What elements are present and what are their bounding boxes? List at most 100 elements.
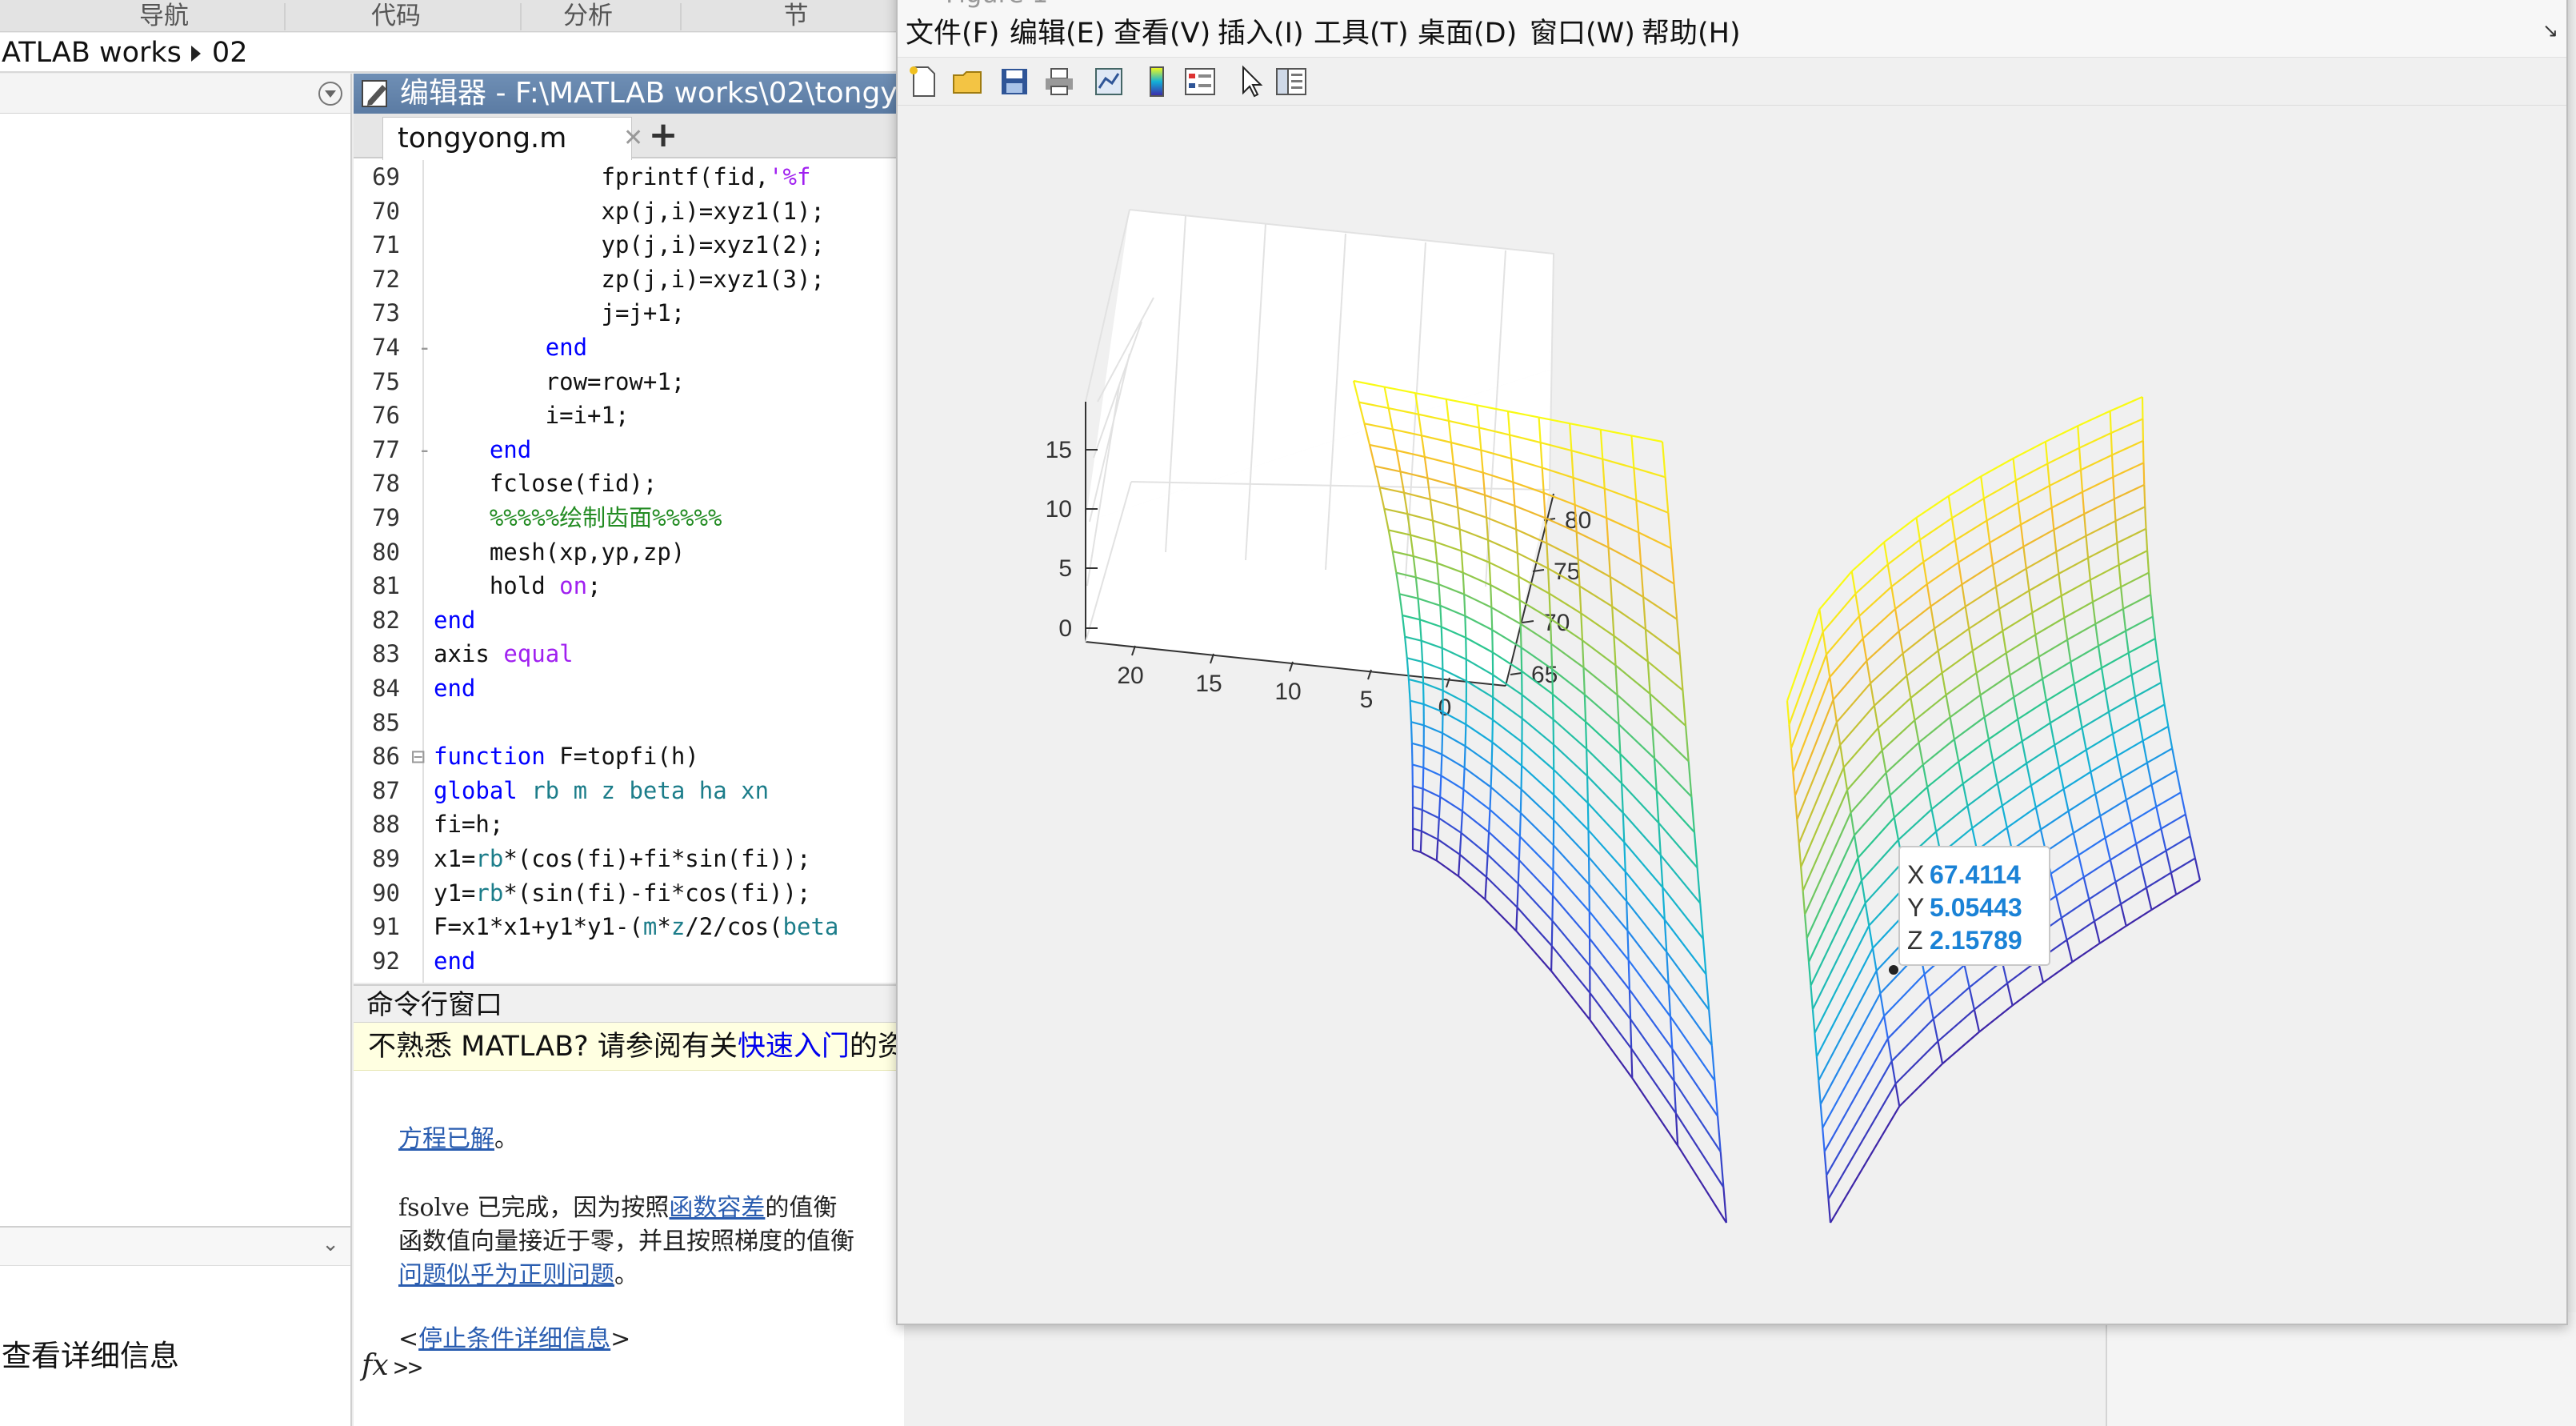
code-line[interactable]: 85 (354, 706, 904, 740)
line-number[interactable]: 70 (354, 194, 400, 229)
equation-solved-link[interactable]: 方程已解 (398, 1125, 494, 1153)
code-line[interactable]: 80 mesh(xp,yp,zp) (354, 535, 904, 570)
line-number[interactable]: 80 (354, 535, 400, 570)
breadcrumb-arrow-icon[interactable] (190, 46, 201, 62)
line-number[interactable]: 85 (354, 706, 400, 740)
tip-text: 不熟悉 MATLAB? 请参阅有关 (368, 1031, 738, 1063)
dock-arrow-icon[interactable]: ↘ (2542, 19, 2558, 42)
code-line[interactable]: 72 zp(j,i)=xyz1(3); (354, 262, 904, 297)
code-line[interactable]: 71 yp(j,i)=xyz1(2); (354, 228, 904, 262)
code-text: %%%%%绘制齿面%%%%% (434, 504, 722, 531)
fold-toggle-icon[interactable]: ⊟ (411, 739, 425, 774)
code-text: global rb m z beta ha xn (434, 776, 770, 804)
menu-file[interactable]: 文件(F) (906, 11, 999, 58)
menu-insert[interactable]: 插入(I) (1218, 11, 1304, 58)
link-plot-icon[interactable] (1091, 64, 1126, 99)
pointer-icon[interactable] (1234, 64, 1269, 99)
fold-end-icon[interactable]: - (418, 433, 431, 467)
code-area[interactable]: 69 fprintf(fid,'%f 70 xp(j,i)=xyz1(1); 71 … (354, 160, 904, 983)
panel-menu-icon[interactable] (318, 82, 342, 106)
line-number[interactable]: 79 (354, 501, 400, 535)
function-browser-icon[interactable]: fx (362, 1349, 389, 1382)
line-number[interactable]: 81 (354, 569, 400, 603)
regular-problem-link[interactable]: 问题似乎为正则问题 (398, 1261, 614, 1289)
function-tolerance-link[interactable]: 函数容差 (669, 1194, 765, 1222)
address-bar[interactable]: ATLAB works 02 (0, 33, 904, 73)
code-line[interactable]: 70 xp(j,i)=xyz1(1); (354, 194, 904, 229)
line-number[interactable]: 69 (354, 160, 400, 194)
address-folder[interactable]: ATLAB works (2, 37, 182, 69)
menu-view[interactable]: 查看(V) (1114, 11, 1210, 58)
command-window[interactable]: 命令行窗口 不熟悉 MATLAB? 请参阅有关快速入门的资 方程已解。 fsol… (354, 984, 904, 1426)
quick-start-link[interactable]: 快速入门 (738, 1031, 850, 1063)
open-file-icon[interactable] (950, 64, 986, 99)
output-text: 的值衡 (765, 1194, 838, 1222)
output-text: > (610, 1325, 631, 1353)
save-icon[interactable] (997, 64, 1032, 99)
line-number[interactable]: 87 (354, 774, 400, 808)
code-line[interactable]: 69 fprintf(fid,'%f (354, 160, 904, 194)
line-number[interactable]: 78 (354, 467, 400, 501)
code-line[interactable]: 89 x1=rb*(cos(fi)+fi*sin(fi)); (354, 842, 904, 876)
new-figure-icon[interactable] (906, 64, 941, 99)
y-tick-label: 65 (1531, 662, 1558, 688)
code-line[interactable]: 74- end (354, 330, 904, 365)
data-tip[interactable]: X 67.4114 Y 5.05443 Z 2.15789 (1889, 846, 2050, 975)
line-number[interactable]: 72 (354, 262, 400, 297)
line-number[interactable]: 82 (354, 603, 400, 638)
menu-edit[interactable]: 编辑(E) (1010, 11, 1105, 58)
menu-window[interactable]: 窗口(W) (1530, 11, 1635, 58)
line-number[interactable]: 84 (354, 671, 400, 706)
ribbon-tab-code[interactable]: 代码 (336, 0, 456, 32)
code-line[interactable]: 77- end (354, 433, 904, 467)
z-tick-label: 15 (1046, 437, 1072, 463)
code-line[interactable]: 82 end (354, 603, 904, 638)
legend-icon[interactable] (1182, 64, 1218, 99)
code-line[interactable]: 79 %%%%%绘制齿面%%%%% (354, 501, 904, 535)
line-number[interactable]: 91 (354, 910, 400, 944)
code-line[interactable]: 73 j=j+1; (354, 296, 904, 330)
fold-end-icon[interactable]: - (418, 330, 431, 365)
code-line[interactable]: 88 fi=h; (354, 807, 904, 842)
line-number[interactable]: 77 (354, 433, 400, 467)
code-line[interactable]: 81 hold on; (354, 569, 904, 603)
line-number[interactable]: 73 (354, 296, 400, 330)
code-line[interactable]: 78 fclose(fid); (354, 467, 904, 501)
output-text: 。 (614, 1261, 638, 1289)
colorbar-icon[interactable] (1139, 64, 1174, 99)
line-number[interactable]: 89 (354, 842, 400, 876)
code-line[interactable]: 87 global rb m z beta ha xn (354, 774, 904, 808)
line-number[interactable]: 83 (354, 637, 400, 671)
menu-tools[interactable]: 工具(T) (1314, 11, 1409, 58)
property-editor-icon[interactable] (1274, 64, 1309, 99)
ribbon-tab-navigate[interactable]: 导航 (104, 0, 224, 32)
address-subfolder[interactable]: 02 (212, 37, 248, 69)
tab-tongyong[interactable]: tongyong.m ✕ (382, 117, 643, 160)
line-number[interactable]: 86 (354, 739, 400, 774)
code-line[interactable]: 76 i=i+1; (354, 399, 904, 433)
line-number[interactable]: 74 (354, 330, 400, 365)
code-line[interactable]: 75 row=row+1; (354, 365, 904, 399)
print-icon[interactable] (1042, 64, 1077, 99)
line-number[interactable]: 88 (354, 807, 400, 842)
stop-criteria-link[interactable]: 停止条件详细信息 (418, 1325, 610, 1353)
code-line[interactable]: 83 axis equal (354, 637, 904, 671)
line-number[interactable]: 76 (354, 399, 400, 433)
command-prompt[interactable]: >> (394, 1354, 422, 1382)
code-line[interactable]: 90 y1=rb*(sin(fi)-fi*cos(fi)); (354, 876, 904, 911)
mesh-plot-axes[interactable]: 0510152015105065707580 X 67.4114 Y 5.054… (898, 106, 2566, 1322)
code-line[interactable]: 84 end (354, 671, 904, 706)
line-number[interactable]: 75 (354, 365, 400, 399)
line-number[interactable]: 90 (354, 876, 400, 911)
line-number[interactable]: 92 (354, 944, 400, 979)
code-line[interactable]: 86 ⊟ function F=topfi(h) (354, 739, 904, 774)
code-line[interactable]: 91 F=x1*x1+y1*y1-(m*z/2/cos(beta (354, 910, 904, 944)
line-number[interactable]: 71 (354, 228, 400, 262)
ribbon-tab-section[interactable]: 节 (736, 0, 856, 32)
menu-help[interactable]: 帮助(H) (1642, 11, 1741, 58)
code-line[interactable]: 92 end (354, 944, 904, 979)
add-tab-button[interactable]: + (638, 117, 688, 157)
menu-desktop[interactable]: 桌面(D) (1418, 11, 1517, 58)
chevron-down-icon[interactable]: ⌄ (322, 1232, 339, 1256)
ribbon-tab-analyze[interactable]: 分析 (528, 0, 648, 32)
